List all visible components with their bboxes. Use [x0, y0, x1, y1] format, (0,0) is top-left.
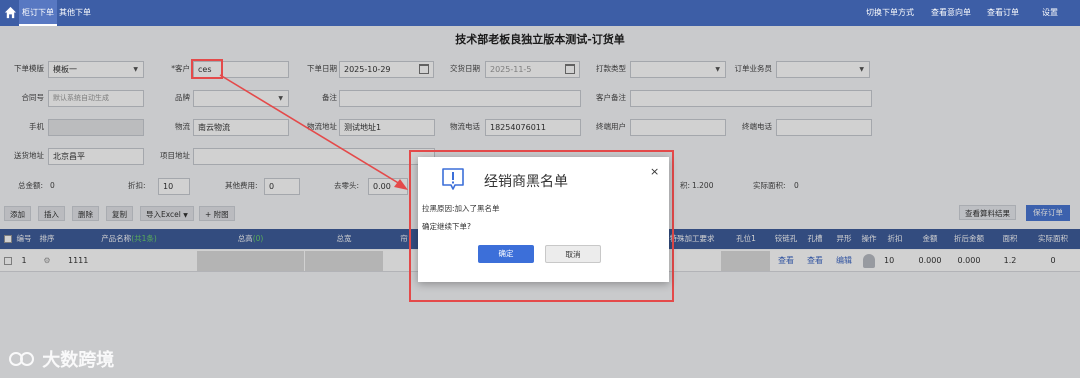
home-icon[interactable]: [4, 6, 17, 19]
dialog-confirm-text: 确定继续下单?: [422, 222, 471, 231]
settings-link[interactable]: 设置: [1042, 0, 1058, 26]
watermark-icon: [9, 352, 34, 366]
dialog-reason: 拉黑原因:加入了黑名单: [422, 204, 500, 213]
annotation-box-customer: [191, 59, 223, 79]
top-nav-bar: 柜订下单 其他下单 切换下单方式 查看意向单 查看订单 设置: [0, 0, 1080, 26]
cancel-button[interactable]: 取消: [545, 245, 601, 263]
watermark-text: 大数跨境: [42, 350, 115, 371]
confirm-button[interactable]: 确定: [478, 245, 534, 263]
switch-order-mode-link[interactable]: 切换下单方式: [866, 0, 914, 26]
tab-other-order[interactable]: 其他下单: [56, 0, 94, 26]
view-intent-orders-link[interactable]: 查看意向单: [931, 0, 971, 26]
alert-icon: [442, 168, 464, 190]
close-icon[interactable]: ×: [650, 165, 659, 178]
view-orders-link[interactable]: 查看订单: [987, 0, 1019, 26]
tab-cabinet-order[interactable]: 柜订下单: [19, 0, 57, 26]
dialog-title: 经销商黑名单: [484, 174, 568, 190]
watermark-logo: 大数跨境: [8, 346, 115, 371]
blacklist-dialog: 经销商黑名单 × 拉黑原因:加入了黑名单 确定继续下单? 确定 取消: [418, 157, 669, 282]
